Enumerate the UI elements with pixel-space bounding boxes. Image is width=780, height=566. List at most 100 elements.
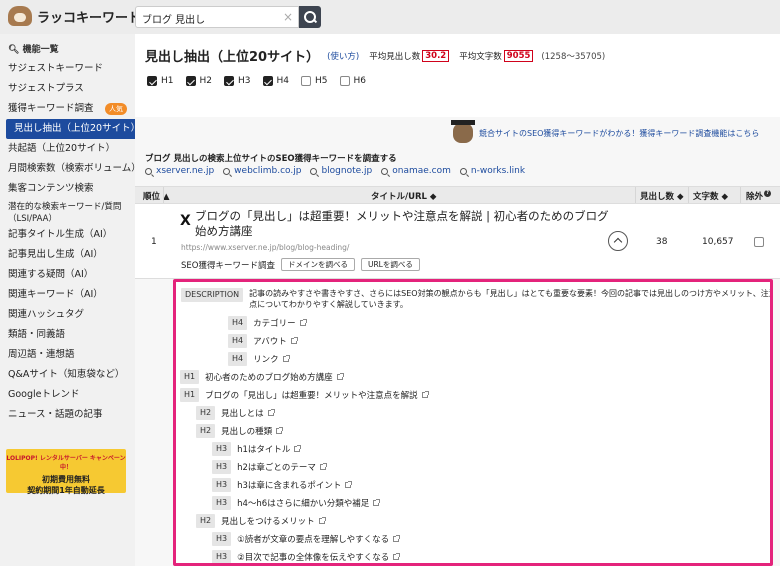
app-logo[interactable]: ラッコキーワード: [8, 6, 141, 26]
avg-chars-label: 平均文字数: [459, 51, 502, 62]
heading-text: 初心者のためのブログ始め方講座: [205, 373, 333, 383]
lolipop-promo-banner[interactable]: LOLIPOP! レンタルサーバー キャンペーン中！ 初期費用無料 契約期間1年…: [6, 449, 126, 495]
collapse-chevron-up-icon[interactable]: [608, 231, 628, 251]
site-link[interactable]: onamae.com: [381, 166, 451, 176]
column-title-url[interactable]: タイトル/URL ◆: [371, 190, 436, 202]
usage-link[interactable]: (使い方): [327, 50, 359, 62]
filter-label: H2: [199, 76, 213, 86]
sidebar-item-suggest-plus[interactable]: サジェストプラス: [0, 79, 135, 99]
sidebar-item-associations[interactable]: 周辺語・連想語: [0, 345, 135, 365]
sidebar-item-ai-title[interactable]: 記事タイトル生成（AI）: [0, 225, 135, 245]
column-char-count[interactable]: 文字数 ◆: [693, 190, 728, 202]
sidebar-item-acquired-keywords[interactable]: 獲得キーワード調査 人気: [0, 99, 135, 119]
checkbox-h1[interactable]: [147, 76, 157, 86]
heading-item[interactable]: H3 ①読者が文章の要点を理解しやすくなる: [212, 532, 401, 546]
avg-heading-label: 平均見出し数: [369, 51, 421, 62]
sidebar-item-lsi-paa[interactable]: 潜在的な検索キーワード/質問（LSI/PAA）: [0, 199, 135, 225]
sidebar-item-heading-extract[interactable]: 見出し抽出（上位20サイト）: [6, 119, 140, 139]
heading-level-tag: H2: [196, 514, 216, 528]
heading-item[interactable]: H2 見出しとは: [196, 406, 275, 420]
sidebar-item-cooccurrence[interactable]: 共起語（上位20サイト）: [0, 139, 135, 159]
checkbox-h4[interactable]: [262, 76, 273, 86]
sidebar-item-ai-keywords[interactable]: 関連キーワード（AI）: [0, 285, 135, 305]
filter-h1[interactable]: H1: [147, 76, 174, 86]
external-link-icon[interactable]: [393, 535, 401, 542]
site-link[interactable]: blognote.jp: [310, 166, 372, 176]
heading-text: 見出しとは: [221, 409, 264, 419]
clear-icon[interactable]: ×: [283, 10, 293, 24]
external-link-icon[interactable]: [373, 499, 381, 506]
filter-h2[interactable]: H2: [185, 76, 213, 86]
external-link-icon[interactable]: [267, 409, 275, 416]
result-url[interactable]: https://www.xserver.ne.jp/blog/blog-head…: [181, 243, 349, 252]
external-link-icon[interactable]: [421, 391, 429, 398]
filter-h3[interactable]: H3: [224, 76, 251, 86]
otter-logo-icon: [8, 6, 32, 26]
heading-item[interactable]: H3 h4〜h6はさらに細かい分類や補足: [212, 496, 381, 510]
checkbox-h5[interactable]: [301, 76, 311, 86]
column-rank-label: 順位: [143, 192, 161, 202]
external-link-icon[interactable]: [318, 517, 326, 524]
sidebar-item-google-trends[interactable]: Googleトレンド: [0, 385, 135, 405]
external-link-icon[interactable]: [336, 373, 344, 380]
help-icon[interactable]: ?: [764, 190, 772, 197]
column-heading-count-label: 見出し数: [640, 192, 675, 202]
heading-item[interactable]: H2 見出しをつけるメリット: [196, 514, 326, 528]
external-link-icon[interactable]: [294, 445, 302, 452]
checkbox-h6[interactable]: [339, 76, 350, 86]
sidebar-item-qa-sites[interactable]: Q&Aサイト（知恵袋など）: [0, 365, 135, 385]
search-icon: 🔍︎: [8, 45, 20, 55]
sidebar-item-content-search[interactable]: 集客コンテンツ検索: [0, 179, 135, 199]
result-title-link[interactable]: ブログの「見出し」は超重要！メリットや注意点を解説 | 初心者のためのブログ始め…: [195, 209, 615, 239]
domain-lookup-button[interactable]: ドメインを調べる: [280, 258, 355, 271]
search-input[interactable]: ブログ 見出し ×: [135, 6, 299, 28]
heading-item[interactable]: H4 カテゴリー: [228, 316, 307, 330]
external-link-icon[interactable]: [282, 355, 290, 362]
site-link[interactable]: webclimb.co.jp: [223, 166, 301, 176]
external-link-icon[interactable]: [276, 427, 284, 434]
heading-item[interactable]: H3 ②目次で記事の全体像を伝えやすくなる: [212, 550, 401, 563]
column-rank[interactable]: 順位 ▲: [143, 190, 170, 202]
checkbox-h2[interactable]: [185, 76, 196, 86]
otter-mascot-icon: [451, 120, 475, 143]
filter-h4[interactable]: H4: [262, 76, 289, 86]
heading-item[interactable]: H2 見出しの種類: [196, 424, 284, 438]
sidebar-item-hashtags[interactable]: 関連ハッシュタグ: [0, 305, 135, 325]
filter-h6[interactable]: H6: [339, 76, 366, 86]
search-button[interactable]: [299, 6, 321, 28]
heading-text: h1はタイトル: [237, 445, 291, 455]
sidebar-item-ai-headings[interactable]: 記事見出し生成（AI）: [0, 245, 135, 265]
sidebar-item-news[interactable]: ニュース・話題の記事: [0, 405, 135, 425]
sidebar-item-search-volume[interactable]: 月間検索数（検索ボリューム）: [0, 159, 141, 179]
seo-label: SEO獲得キーワード調査: [181, 260, 275, 271]
site-link[interactable]: n-works.link: [459, 166, 525, 176]
filter-label: H3: [238, 76, 251, 86]
heading-item[interactable]: H3 h1はタイトル: [212, 442, 302, 456]
url-lookup-button[interactable]: URLを調べる: [360, 258, 420, 271]
heading-item[interactable]: H4 リンク: [228, 352, 290, 366]
external-link-icon[interactable]: [290, 337, 298, 344]
column-heading-count[interactable]: 見出し数 ◆: [640, 190, 684, 202]
external-link-icon[interactable]: [393, 553, 401, 560]
heading-item[interactable]: H3 h3は章に含まれるポイント: [212, 478, 353, 492]
sidebar-item-suggest[interactable]: サジェストキーワード: [0, 59, 135, 79]
external-link-icon[interactable]: [299, 319, 307, 326]
sidebar-item-ai-questions[interactable]: 関連する疑問（AI）: [0, 265, 135, 285]
external-link-icon[interactable]: [345, 481, 353, 488]
external-link-icon[interactable]: [319, 463, 327, 470]
heading-item[interactable]: H1 初心者のためのブログ始め方講座: [180, 370, 344, 384]
heading-item[interactable]: H1 ブログの「見出し」は超重要！メリットや注意点を解説: [180, 388, 429, 402]
filter-h5[interactable]: H5: [301, 76, 328, 86]
checkbox-h3[interactable]: [224, 76, 234, 86]
site-link[interactable]: xserver.ne.jp: [145, 166, 214, 176]
competitor-site-links: xserver.ne.jp webclimb.co.jp blognote.jp…: [145, 166, 534, 176]
filter-label: H5: [315, 76, 328, 86]
exclude-checkbox[interactable]: [754, 237, 764, 247]
heading-text: ①読者が文章の要点を理解しやすくなる: [237, 535, 390, 545]
page-title: 見出し抽出（上位20サイト）: [145, 50, 320, 65]
site-link-label: webclimb.co.jp: [234, 166, 302, 176]
heading-item[interactable]: H4 アバウト: [228, 334, 298, 348]
acquired-keyword-banner[interactable]: 競合サイトのSEO獲得キーワードがわかる！獲得キーワード調査機能はこちら: [451, 120, 780, 146]
sidebar-item-synonyms[interactable]: 類語・同義語: [0, 325, 135, 345]
heading-item[interactable]: H3 h2は章ごとのテーマ: [212, 460, 327, 474]
